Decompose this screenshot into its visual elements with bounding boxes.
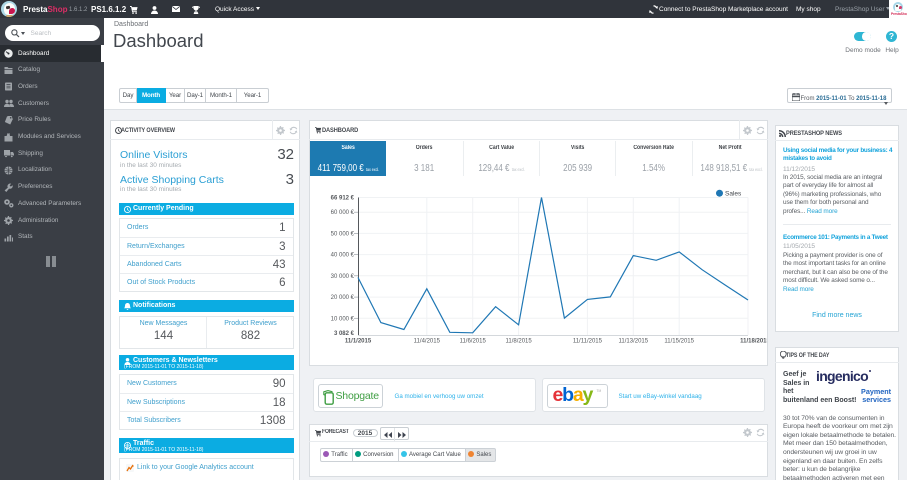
svg-text:Sales: Sales [725, 191, 742, 198]
svg-text:11/6/2015: 11/6/2015 [460, 339, 487, 345]
svg-text:11/1/2015: 11/1/2015 [345, 339, 372, 345]
svg-text:3 082 €: 3 082 € [334, 331, 355, 337]
svg-text:11/13/2015: 11/13/2015 [619, 339, 649, 345]
svg-text:11/8/2015: 11/8/2015 [505, 339, 532, 345]
svg-text:10 000 €: 10 000 € [331, 316, 355, 322]
svg-text:11/18/2015: 11/18/2015 [740, 339, 767, 345]
svg-text:20 000 €: 20 000 € [331, 295, 355, 301]
svg-text:66 912 €: 66 912 € [331, 196, 355, 202]
svg-text:40 000 €: 40 000 € [331, 253, 355, 259]
svg-text:11/15/2015: 11/15/2015 [664, 339, 694, 345]
svg-text:60 000 €: 60 000 € [331, 210, 355, 216]
svg-text:11/4/2015: 11/4/2015 [414, 339, 441, 345]
svg-text:50 000 €: 50 000 € [331, 231, 355, 237]
svg-text:11/11/2015: 11/11/2015 [573, 339, 603, 345]
svg-text:30 000 €: 30 000 € [331, 274, 355, 280]
